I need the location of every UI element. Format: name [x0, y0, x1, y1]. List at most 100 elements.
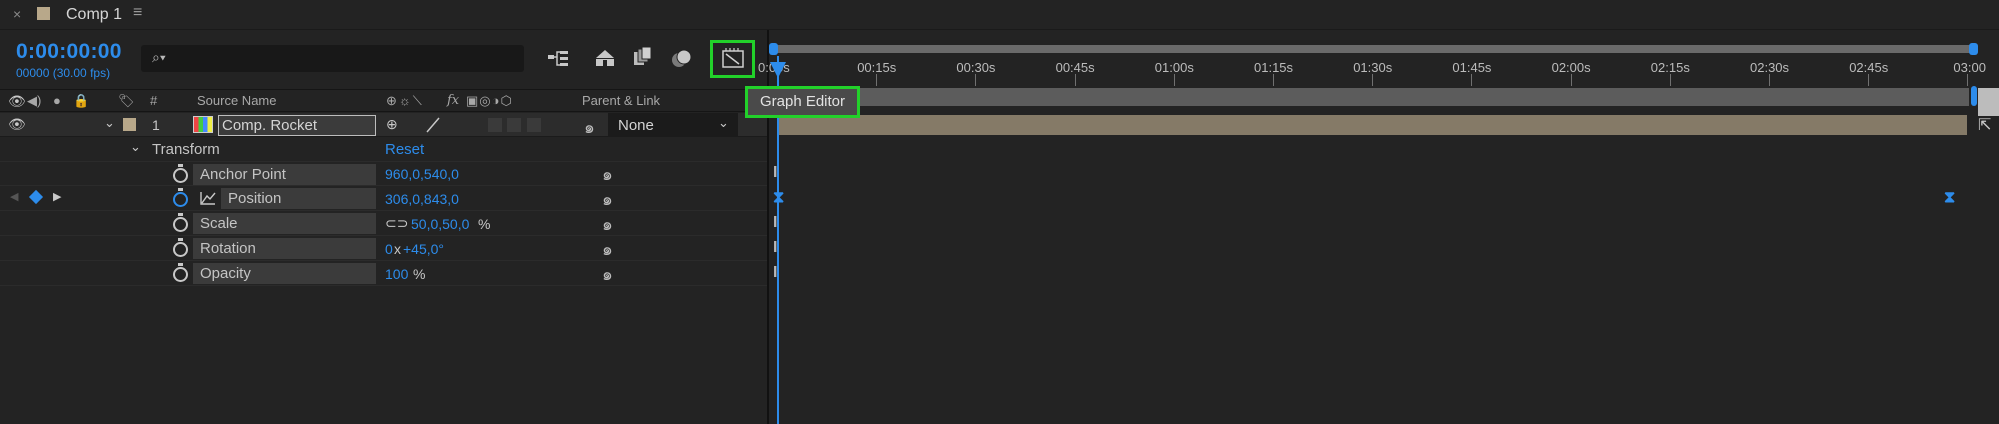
motion-blur-icon[interactable] — [669, 46, 695, 70]
composition-flowchart-icon[interactable] — [546, 46, 572, 70]
next-keyframe-icon[interactable]: ▶ — [53, 190, 61, 203]
work-area-end-handle[interactable] — [1971, 86, 1977, 106]
stopwatch-icon[interactable] — [173, 263, 188, 282]
rotation-label[interactable]: Rotation — [193, 238, 376, 259]
rotation-revolutions-value[interactable]: 0 — [385, 241, 393, 257]
time-ruler-label: 02:00s — [1551, 60, 1591, 75]
row-divider — [0, 235, 767, 236]
row-divider — [0, 260, 767, 261]
frame-rate-display: 00000 (30.00 fps) — [16, 66, 111, 80]
scale-value[interactable]: 50,0,50,0 — [411, 216, 469, 232]
time-ruler-label: 01:00s — [1154, 60, 1194, 75]
pick-whip-icon[interactable]: ๑ — [602, 186, 613, 213]
position-label[interactable]: Position — [221, 188, 376, 209]
chevron-down-icon[interactable]: ⌄ — [718, 115, 729, 131]
quality-switch-icon[interactable] — [425, 116, 441, 134]
time-ruler-tick — [1570, 74, 1572, 86]
time-ruler-label: 01:30s — [1353, 60, 1393, 75]
time-navigator-bar[interactable] — [773, 45, 1975, 53]
stopwatch-active-icon[interactable] — [173, 188, 188, 207]
keyframe-marker-selected[interactable]: ⧗ — [1944, 189, 1955, 207]
precomp-thumbnail-icon — [193, 116, 213, 133]
time-navigator-end-handle[interactable] — [1969, 43, 1978, 55]
layer-expand-chevron-icon[interactable]: ⌄ — [104, 115, 115, 131]
source-name-header[interactable]: Source Name — [197, 93, 276, 108]
switch-cell[interactable] — [488, 118, 502, 132]
graph-editor-tooltip: Graph Editor — [745, 86, 860, 118]
pick-whip-icon[interactable]: ๑ — [602, 261, 613, 288]
work-area-bar[interactable] — [778, 88, 1969, 106]
transform-expand-chevron-icon[interactable]: ⌄ — [130, 139, 141, 155]
audio-header-icon[interactable]: ◀) — [27, 93, 41, 109]
layer-visibility-icon[interactable]: 👁 — [8, 116, 26, 133]
current-time-display[interactable]: 0:00:00:00 — [16, 40, 122, 64]
layer-switches-header-icons-2[interactable]: ▣◎◑⬡ — [466, 93, 513, 109]
constrain-proportions-link-icon[interactable]: ⊂⊃ — [385, 215, 408, 232]
row-divider — [0, 161, 767, 162]
layer-number-header: # — [150, 93, 158, 108]
lock-header-icon[interactable]: 🔒 — [73, 93, 89, 109]
layer-search-input[interactable] — [141, 45, 524, 72]
comp-marker-bin-icon[interactable] — [1978, 88, 1999, 116]
label-tag-icon[interactable]: 🏷 — [118, 93, 135, 109]
transform-group-label[interactable]: Transform — [152, 141, 220, 158]
pick-whip-icon[interactable]: ๑ — [602, 211, 613, 238]
time-ruler-tick — [975, 74, 977, 86]
time-ruler-tick — [876, 74, 878, 86]
timeline-end-icon[interactable]: ⇱ — [1978, 115, 1991, 135]
parent-link-header[interactable]: Parent & Link — [582, 93, 660, 108]
stopwatch-icon[interactable] — [173, 164, 188, 183]
anchor-point-value[interactable]: 960,0,540,0 — [385, 166, 459, 182]
time-ruler-label: 03:00 — [1953, 60, 1986, 75]
time-ruler-tick — [1173, 74, 1175, 86]
video-switch-header-icon[interactable]: 👁 — [8, 93, 26, 110]
scale-label[interactable]: Scale — [193, 213, 376, 234]
graph-toggle-icon[interactable] — [199, 190, 217, 206]
parent-dropdown-value: None — [618, 117, 654, 134]
time-navigator-start-handle[interactable] — [769, 43, 778, 55]
layer-name-field[interactable]: Comp. Rocket — [218, 115, 376, 136]
rotation-separator: x — [394, 241, 401, 257]
collapse-transform-switch-icon[interactable]: ⊕ — [386, 116, 398, 133]
pick-whip-icon[interactable]: ๑ — [602, 161, 613, 188]
layer-duration-bar[interactable] — [778, 115, 1967, 135]
composition-tab-bar — [0, 0, 1999, 30]
stopwatch-icon[interactable] — [173, 213, 188, 232]
time-ruler-label: 02:45s — [1849, 60, 1889, 75]
current-time-indicator-head[interactable] — [770, 62, 786, 78]
time-ruler-label: 02:15s — [1650, 60, 1690, 75]
time-ruler-tick — [1273, 74, 1274, 86]
opacity-label[interactable]: Opacity — [193, 263, 376, 284]
opacity-unit: % — [413, 266, 426, 282]
search-icon[interactable]: ⌕▾ — [152, 49, 166, 66]
previous-keyframe-icon[interactable]: ◀ — [10, 190, 18, 203]
frame-blending-icon[interactable] — [630, 46, 656, 70]
solo-header-icon[interactable]: ● — [53, 93, 61, 108]
close-tab-icon[interactable]: × — [13, 6, 21, 22]
pick-whip-icon[interactable]: ๑ — [602, 236, 613, 263]
layer-number: 1 — [152, 117, 160, 133]
effects-header-icon[interactable]: fx — [447, 93, 459, 108]
opacity-value[interactable]: 100 — [385, 266, 408, 282]
layer-label-swatch[interactable] — [123, 118, 136, 131]
time-ruler-label: 01:45s — [1452, 60, 1492, 75]
rotation-degrees-value[interactable]: +45,0° — [403, 241, 444, 257]
transform-reset-link[interactable]: Reset — [385, 141, 424, 158]
time-ruler-tick — [1769, 74, 1770, 86]
row-divider — [0, 185, 767, 186]
time-ruler-label: 00:30s — [956, 60, 996, 75]
composition-tab-title[interactable]: Comp 1 — [66, 6, 122, 24]
anchor-point-label[interactable]: Anchor Point — [193, 164, 376, 185]
panel-menu-icon[interactable]: ≡ — [133, 4, 142, 22]
position-value[interactable]: 306,0,843,0 — [385, 191, 459, 207]
time-ruler-tick — [1669, 74, 1671, 86]
graph-editor-icon[interactable] — [720, 47, 746, 71]
keyframe-toggle-icon[interactable] — [28, 189, 44, 205]
time-ruler-tick — [1074, 74, 1076, 86]
stopwatch-icon[interactable] — [173, 238, 188, 257]
draft-3d-icon[interactable] — [592, 46, 618, 70]
switch-cell[interactable] — [507, 118, 521, 132]
pick-whip-icon[interactable]: ๑ — [584, 114, 595, 141]
switch-cell[interactable] — [527, 118, 541, 132]
layer-switches-header-icons[interactable]: ⊕☼⟍ — [386, 93, 424, 109]
